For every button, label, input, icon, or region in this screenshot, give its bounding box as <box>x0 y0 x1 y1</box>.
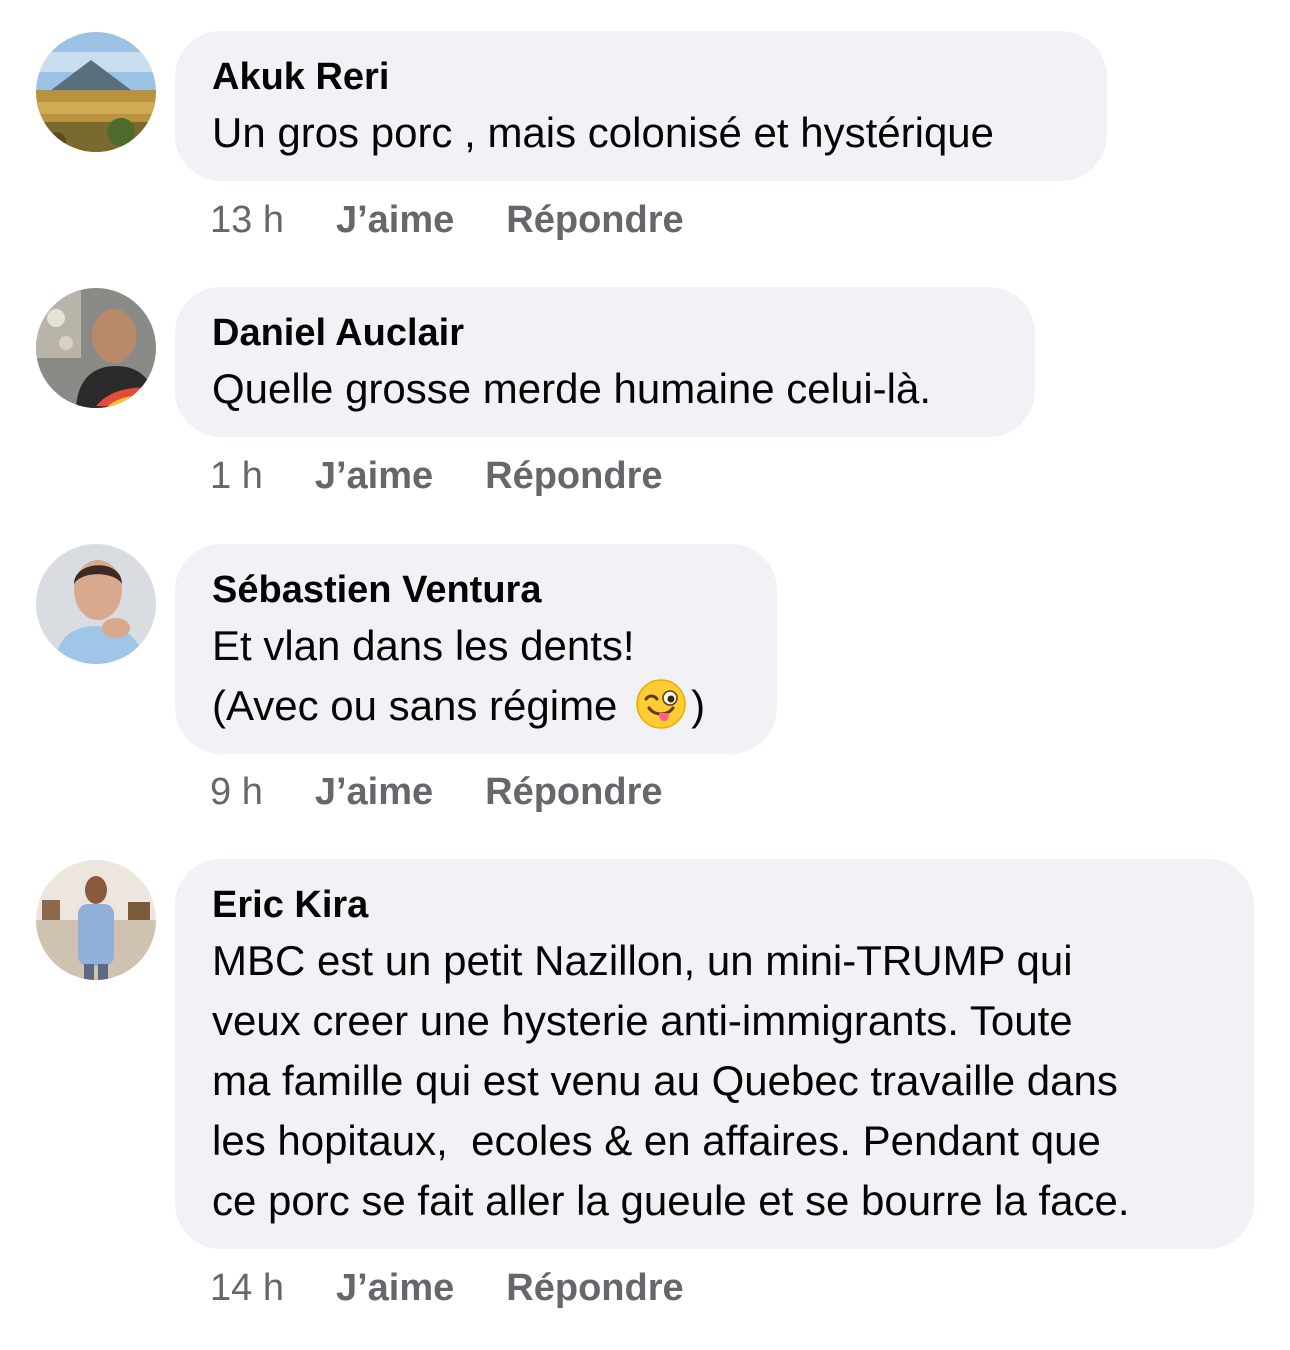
person-avatar-image <box>36 544 156 664</box>
reply-button[interactable]: Répondre <box>506 199 683 242</box>
person-avatar-image <box>36 288 156 408</box>
comment-timestamp[interactable]: 1 h <box>210 455 263 498</box>
comment-text: Quelle grosse merde humaine celui-là. <box>212 365 932 412</box>
comment-bubble: Daniel Auclair Quelle grosse merde humai… <box>175 287 1035 437</box>
comment-timestamp[interactable]: 9 h <box>210 771 263 814</box>
comment-author[interactable]: Eric Kira <box>212 881 1217 929</box>
comment-bubble: Eric Kira MBC est un petit Nazillon, un … <box>175 859 1254 1249</box>
comment-author[interactable]: Daniel Auclair <box>212 309 998 357</box>
avatar[interactable] <box>36 32 156 152</box>
comment-text-fragment: (Avec ou sans régime <box>212 682 630 729</box>
like-button[interactable]: J’aime <box>336 1267 454 1310</box>
comment-text: MBC est un petit Nazillon, un mini-TRUMP… <box>212 937 1130 1224</box>
like-button[interactable]: J’aime <box>315 455 433 498</box>
like-button[interactable]: J’aime <box>336 199 454 242</box>
person-avatar-image <box>36 860 156 980</box>
winking-face-with-tongue-icon <box>635 678 687 730</box>
comment-text-line: (Avec ou sans régime ) <box>212 676 740 736</box>
comment-author[interactable]: Sébastien Ventura <box>212 566 740 614</box>
comment-actions: 14 h J’aime Répondre <box>210 1263 684 1313</box>
comment-actions: 9 h J’aime Répondre <box>210 767 663 817</box>
avatar[interactable] <box>36 544 156 664</box>
comment-actions: 13 h J’aime Répondre <box>210 195 684 245</box>
reply-button[interactable]: Répondre <box>485 455 662 498</box>
comment-text: Un gros porc , mais colonisé et hystériq… <box>212 109 995 156</box>
comment-text-line: Et vlan dans les dents! <box>212 622 635 669</box>
landscape-avatar-image <box>36 32 156 152</box>
reply-button[interactable]: Répondre <box>506 1267 683 1310</box>
comment-text-fragment: ) <box>691 682 706 729</box>
comment-text: Et vlan dans les dents! (Avec ou sans ré… <box>212 616 740 736</box>
comment-timestamp[interactable]: 14 h <box>210 1267 284 1310</box>
like-button[interactable]: J’aime <box>315 771 433 814</box>
comment-author[interactable]: Akuk Reri <box>212 53 1070 101</box>
avatar[interactable] <box>36 288 156 408</box>
avatar[interactable] <box>36 860 156 980</box>
reply-button[interactable]: Répondre <box>485 771 662 814</box>
comment-bubble: Akuk Reri Un gros porc , mais colonisé e… <box>175 31 1107 181</box>
comment-actions: 1 h J’aime Répondre <box>210 451 663 501</box>
comment-bubble: Sébastien Ventura Et vlan dans les dents… <box>175 544 777 754</box>
comment-timestamp[interactable]: 13 h <box>210 199 284 242</box>
